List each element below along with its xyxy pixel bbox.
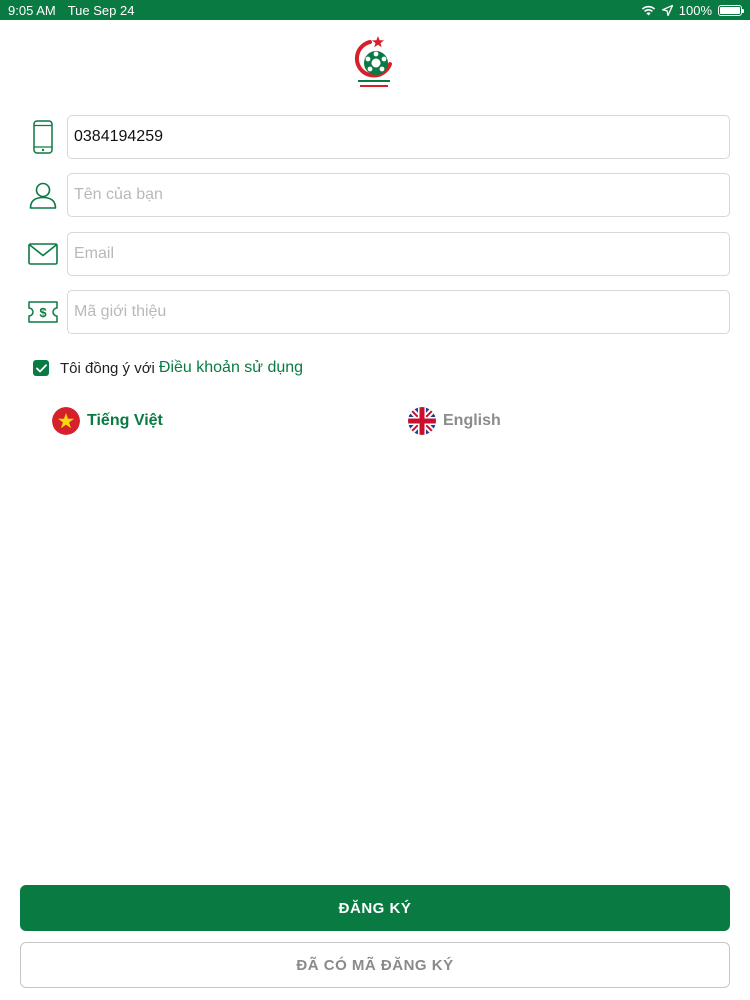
battery-percent: 100% — [678, 2, 712, 18]
register-button[interactable]: ĐĂNG KÝ — [20, 885, 730, 931]
name-row — [28, 173, 730, 217]
language-vi-label: Tiếng Việt — [87, 412, 163, 429]
check-icon — [35, 363, 47, 372]
terms-link[interactable]: Điều khoản sử dụng — [159, 359, 303, 377]
status-time: 9:05 AM — [8, 2, 56, 18]
vietnam-flag-icon — [52, 407, 80, 435]
terms-checkbox[interactable] — [33, 360, 49, 376]
brand-logo — [354, 36, 392, 87]
referral-row: $ — [28, 290, 730, 334]
name-input[interactable] — [67, 173, 730, 217]
svg-text:$: $ — [39, 305, 47, 320]
language-english[interactable]: English — [408, 407, 501, 435]
user-icon — [28, 177, 58, 213]
phone-row — [28, 115, 730, 159]
language-vietnamese[interactable]: Tiếng Việt — [52, 407, 163, 435]
have-code-button[interactable]: ĐÃ CÓ MÃ ĐĂNG KÝ — [20, 942, 730, 988]
terms-row: Tôi đồng ý với Điều khoản sử dụng — [33, 359, 303, 377]
email-row — [28, 232, 730, 276]
phone-icon — [28, 119, 58, 155]
battery-icon — [718, 4, 744, 16]
money-ticket-icon: $ — [28, 294, 58, 330]
battery-fill — [720, 6, 740, 14]
status-bar: 9:05 AM Tue Sep 24 100% — [0, 0, 750, 20]
wifi-icon — [641, 5, 655, 15]
location-arrow-icon — [661, 4, 673, 16]
status-date: Tue Sep 24 — [67, 2, 135, 18]
uk-flag-icon — [408, 407, 436, 435]
language-en-label: English — [443, 412, 501, 429]
terms-text: Tôi đồng ý với — [60, 359, 155, 377]
email-input[interactable] — [67, 232, 730, 276]
mail-icon — [28, 236, 58, 272]
referral-input[interactable] — [67, 290, 730, 334]
phone-input[interactable] — [67, 115, 730, 159]
